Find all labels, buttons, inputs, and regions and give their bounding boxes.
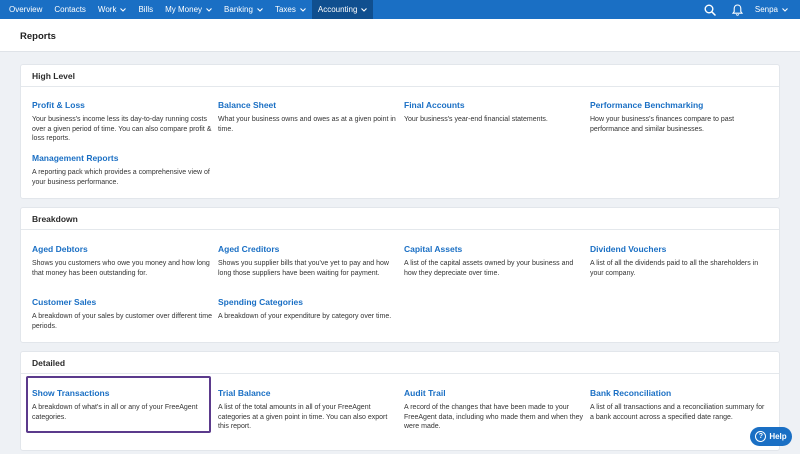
nav-taxes[interactable]: Taxes <box>269 0 312 19</box>
top-nav: Overview Contacts Work Bills My Money Ba… <box>0 0 800 19</box>
report-capital-assets: Capital Assets A list of the capital ass… <box>404 244 584 278</box>
help-label: Help <box>769 432 787 441</box>
report-link[interactable]: Bank Reconciliation <box>590 388 770 399</box>
report-final-accounts: Final Accounts Your business's year-end … <box>404 100 584 125</box>
report-aged-debtors: Aged Debtors Shows you customers who owe… <box>32 244 212 278</box>
chevron-down-icon <box>120 7 127 12</box>
nav-right: Senpa <box>701 0 800 19</box>
report-description: A list of all transactions and a reconci… <box>590 404 765 421</box>
report-balance-sheet: Balance Sheet What your business owns an… <box>218 100 398 134</box>
report-performance-benchmarking: Performance Benchmarking How your busine… <box>590 100 770 134</box>
report-link[interactable]: Aged Creditors <box>218 244 398 255</box>
chevron-down-icon <box>257 7 263 12</box>
nav-accounting[interactable]: Accounting <box>311 0 374 19</box>
report-description: Your business's year-end financial state… <box>404 116 548 123</box>
report-link[interactable]: Spending Categories <box>218 297 398 308</box>
report-audit-trail: Audit Trail A record of the changes that… <box>404 388 584 432</box>
focus-highlight <box>26 376 211 433</box>
section-breakdown: Breakdown Aged Debtors Shows you custome… <box>20 207 780 343</box>
report-customer-sales: Customer Sales A breakdown of your sales… <box>32 297 212 331</box>
report-description: A list of the capital assets owned by yo… <box>404 260 574 277</box>
chevron-down-icon <box>206 7 212 12</box>
nav-label: My Money <box>165 5 203 14</box>
nav-banking[interactable]: Banking <box>218 0 269 19</box>
nav-label: Work <box>97 5 117 14</box>
nav-label: Bills <box>138 5 154 14</box>
report-description: A record of the changes that have been m… <box>404 404 584 431</box>
report-link[interactable]: Performance Benchmarking <box>590 100 770 111</box>
report-link[interactable]: Capital Assets <box>404 244 584 255</box>
nav-label: Overview <box>9 5 43 14</box>
report-management-reports: Management Reports A reporting pack whic… <box>32 153 212 187</box>
report-description: A reporting pack which provides a compre… <box>32 169 210 186</box>
section-heading: Breakdown <box>21 208 779 230</box>
nav-contacts[interactable]: Contacts <box>48 0 92 19</box>
nav-overview[interactable]: Overview <box>0 0 48 19</box>
report-aged-creditors: Aged Creditors Shows you supplier bills … <box>218 244 398 278</box>
nav-my-money[interactable]: My Money <box>159 0 218 19</box>
nav-label: Accounting <box>317 5 358 14</box>
report-link[interactable]: Trial Balance <box>218 388 398 399</box>
report-description: How your business's finances compare to … <box>590 116 735 133</box>
report-link[interactable]: Aged Debtors <box>32 244 212 255</box>
report-bank-reconciliation: Bank Reconciliation A list of all transa… <box>590 388 770 422</box>
chevron-down-icon <box>361 7 368 12</box>
report-dividend-vouchers: Dividend Vouchers A list of all the divi… <box>590 244 770 278</box>
report-description: What your business owns and owes as at a… <box>218 116 396 133</box>
report-description: Shows you customers who owe you money an… <box>32 260 210 277</box>
page-header: Reports <box>0 19 800 52</box>
report-link[interactable]: Balance Sheet <box>218 100 398 111</box>
page-title: Reports <box>20 31 56 42</box>
report-link[interactable]: Customer Sales <box>32 297 212 308</box>
report-link[interactable]: Dividend Vouchers <box>590 244 770 255</box>
nav-label: Banking <box>224 5 253 14</box>
report-link[interactable]: Audit Trail <box>404 388 584 399</box>
question-icon: ? <box>755 431 767 442</box>
nav-label: Taxes <box>274 5 296 14</box>
section-heading: Detailed <box>21 352 779 374</box>
report-link[interactable]: Final Accounts <box>404 100 584 111</box>
report-description: Your business's income less its day-to-d… <box>32 116 212 143</box>
report-description: A list of the total amounts in all of yo… <box>218 404 388 431</box>
chevron-down-icon <box>299 7 306 12</box>
bell-icon[interactable] <box>728 0 747 19</box>
report-profit-loss: Profit & Loss Your business's income les… <box>32 100 212 144</box>
chevron-down-icon <box>782 7 788 12</box>
search-icon[interactable] <box>701 0 720 19</box>
report-trial-balance: Trial Balance A list of the total amount… <box>218 388 398 432</box>
nav-label: Contacts <box>54 5 86 14</box>
section-high-level: High Level Profit & Loss Your business's… <box>20 64 780 199</box>
section-heading: High Level <box>21 65 779 87</box>
help-button[interactable]: ? Help <box>750 427 792 446</box>
user-menu[interactable]: Senpa <box>755 5 800 14</box>
report-description: A breakdown of your sales by customer ov… <box>32 313 213 330</box>
report-description: A breakdown of your expenditure by categ… <box>218 313 392 320</box>
nav-bills[interactable]: Bills <box>132 0 159 19</box>
report-link[interactable]: Management Reports <box>32 153 212 164</box>
report-description: A list of all the dividends paid to all … <box>590 260 759 277</box>
report-spending-categories: Spending Categories A breakdown of your … <box>218 297 398 322</box>
report-link[interactable]: Profit & Loss <box>32 100 212 111</box>
report-description: Shows you supplier bills that you've yet… <box>218 260 389 277</box>
user-name: Senpa <box>754 5 778 14</box>
nav-work[interactable]: Work <box>92 0 133 19</box>
